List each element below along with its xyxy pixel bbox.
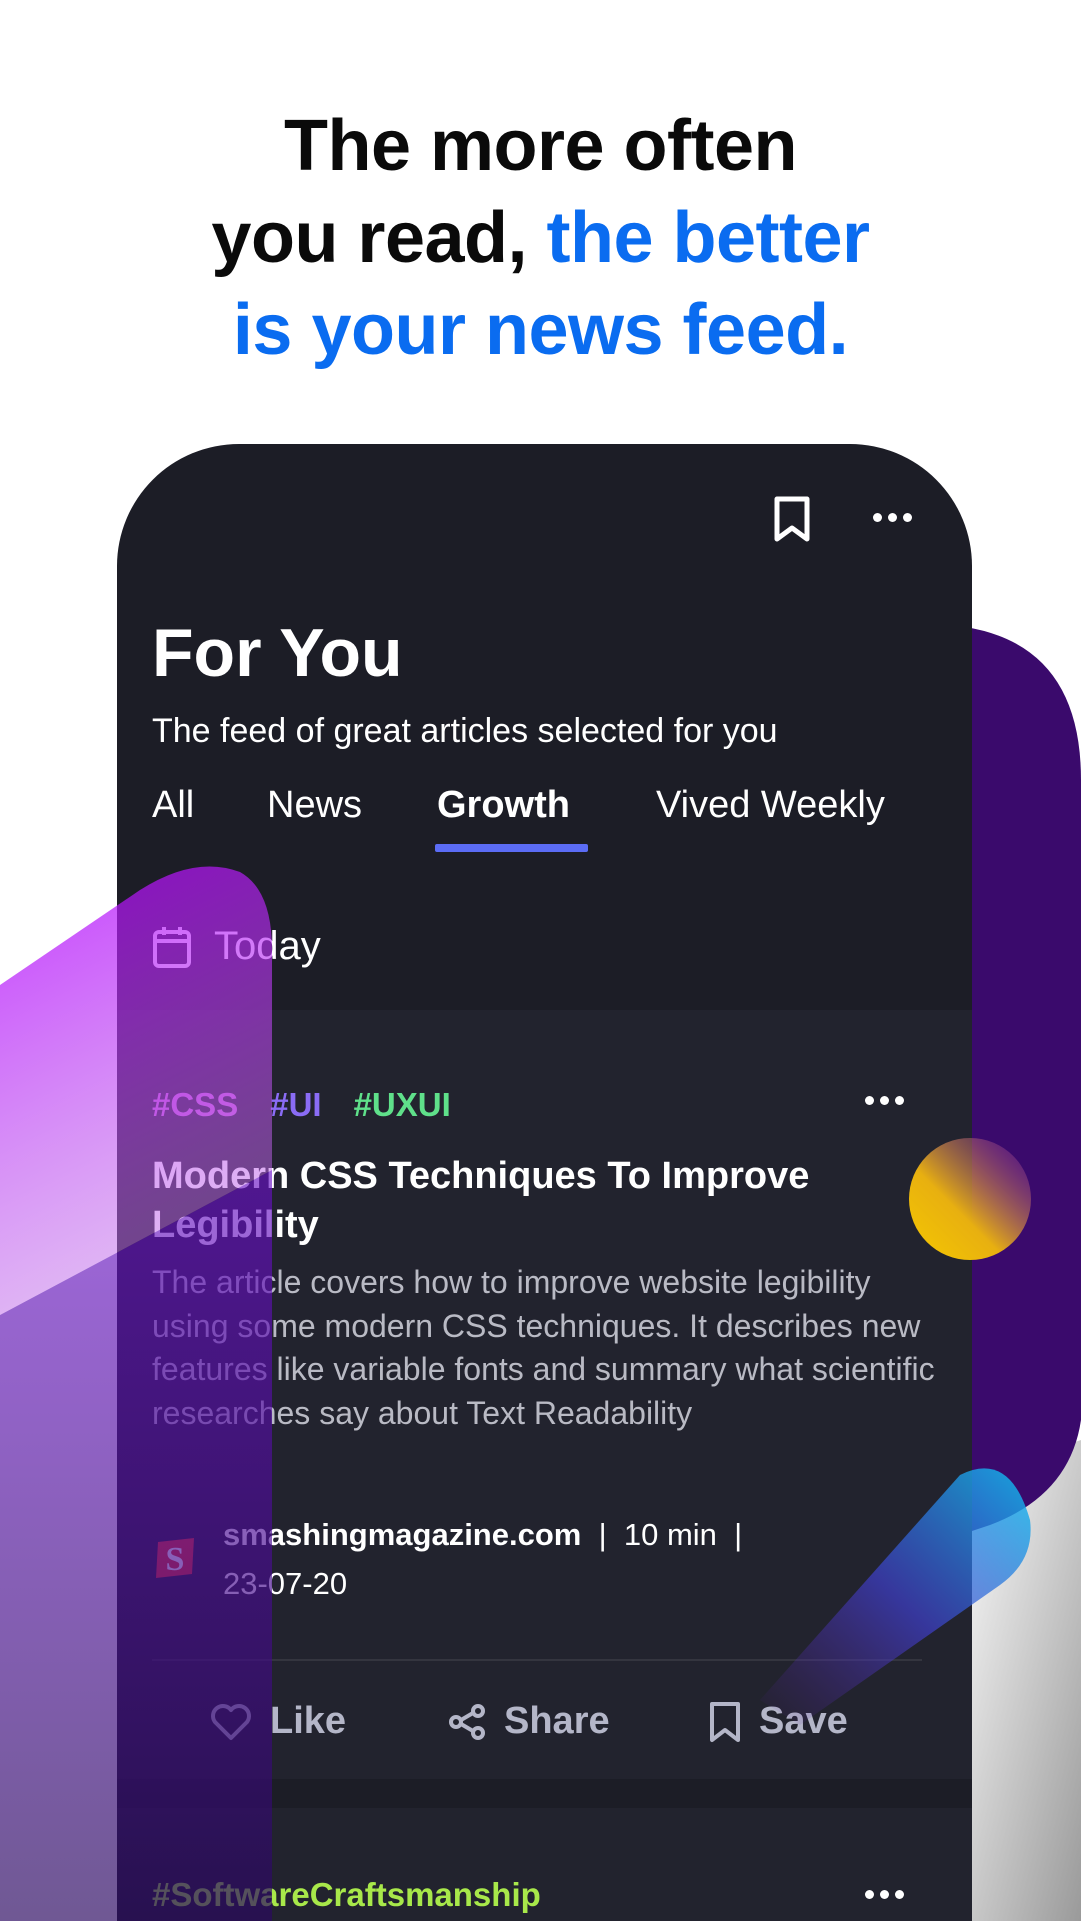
tag-ui[interactable]: #UI — [270, 1086, 321, 1124]
separator: | — [598, 1517, 607, 1552]
share-label: Share — [504, 1700, 610, 1742]
bookmark-icon — [710, 1701, 740, 1742]
section-label: Today — [214, 924, 321, 968]
article-title[interactable]: Modern CSS Techniques To Improve Legibil… — [152, 1152, 932, 1250]
source-name[interactable]: smashingmagazine.com — [223, 1517, 581, 1552]
active-tab-indicator — [435, 844, 588, 852]
tag-uxui[interactable]: #UXUI — [354, 1086, 451, 1124]
heart-icon — [211, 1703, 251, 1740]
smashing-magazine-logo: S — [156, 1538, 194, 1578]
tag-software-craftsmanship[interactable]: #SoftwareCraftsmanship — [152, 1876, 541, 1914]
tab-all[interactable]: All — [152, 784, 194, 827]
more-icon[interactable] — [873, 513, 912, 522]
article-tags: #CSS #UI #UXUI — [152, 1086, 451, 1124]
tab-growth[interactable]: Growth — [437, 784, 570, 827]
like-label: Like — [270, 1700, 347, 1742]
article-summary: The article covers how to improve websit… — [152, 1264, 935, 1431]
article-more-icon[interactable] — [865, 1890, 904, 1899]
save-button[interactable]: Save — [709, 1700, 848, 1743]
tab-vived-weekly[interactable]: Vived Weekly — [656, 784, 885, 827]
section-header-today: Today — [152, 924, 321, 969]
phone-screen: For You The feed of great articles selec… — [117, 444, 972, 1921]
share-icon — [449, 1703, 485, 1740]
like-button[interactable]: Like — [210, 1700, 346, 1743]
article-card[interactable]: #CSS #UI #UXUI Modern CSS Techniques To … — [117, 1010, 972, 1779]
publish-date: 23-07-20 — [223, 1566, 348, 1601]
divider — [152, 1659, 922, 1661]
page-title: For You — [152, 615, 403, 691]
calendar-icon — [153, 926, 191, 968]
share-button[interactable]: Share — [448, 1700, 610, 1743]
tab-news[interactable]: News — [267, 784, 362, 827]
separator: | — [734, 1517, 743, 1552]
article-more-icon[interactable] — [865, 1096, 904, 1105]
tag-css[interactable]: #CSS — [152, 1086, 238, 1124]
svg-text:S: S — [166, 1541, 185, 1578]
page-subtitle: The feed of great articles selected for … — [152, 712, 778, 750]
article-card[interactable]: #SoftwareCraftsmanship — [117, 1808, 972, 1921]
save-label: Save — [759, 1700, 848, 1742]
read-time: 10 min — [623, 1517, 717, 1552]
bookmark-icon[interactable] — [773, 495, 811, 543]
